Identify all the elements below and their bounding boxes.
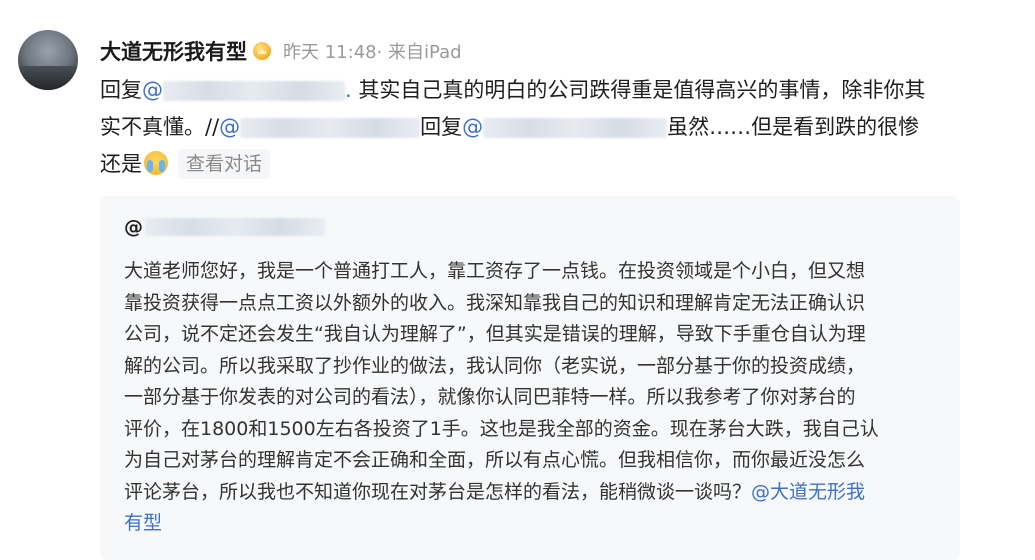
vip-crown-badge-icon[interactable] (253, 42, 271, 60)
reply-middle: 回复 (420, 115, 463, 139)
post-text-3: 还是 (100, 152, 142, 176)
quoted-text: 大道老师您好，我是一个普通打工人，靠工资存了一点钱。在投资领域是个小白，但又想 … (124, 256, 944, 540)
quoted-line: 一部分基于你发表的对公司的看法），就像你认同巴菲特一样。所以我参考了你对茅台的 (124, 386, 856, 408)
quoted-line: 评价，在1800和1500左右各投资了1手。这也是我全部的资金。现在茅台大跌，我… (124, 417, 879, 440)
avatar-image (18, 66, 78, 90)
post-meta: 昨天 11:48· 来自iPad (283, 42, 462, 63)
redacted-username (163, 81, 345, 101)
post-text-2b: 虽然……但是看到跌的很惨 (667, 115, 920, 139)
mention-link[interactable]: @大道无形我 (751, 481, 865, 503)
mention-at-sign: @ (462, 115, 484, 139)
post-text-2a: 实不真懂。// (100, 115, 220, 139)
post-header: 大道无形我有型 昨天 11:48· 来自iPad (100, 36, 462, 66)
crying-face-emoji-icon (144, 151, 168, 175)
quoted-line: 为自己对茅台的理解肯定不会正确和全面，所以有点心慌。但我相信你，而你最近没怎么 (124, 449, 866, 471)
reply-prefix: 回复 (100, 78, 142, 102)
username-link[interactable]: 大道无形我有型 (100, 36, 247, 66)
mention-at-sign: @ (219, 115, 241, 139)
avatar[interactable] (18, 30, 78, 90)
quoted-line: 评论茅台，所以我也不知道你现在对茅台是怎样的看法，能稍微谈一谈吗？@大道无形我 (124, 477, 944, 509)
redacted-username (240, 118, 421, 138)
quoted-line: 公司，说不定还会发生“我自认为理解了”，但其实是错误的理解，导致下手重仓自认为理 (124, 323, 866, 345)
mention-tail: . (345, 78, 352, 102)
post-body: 回复@. 其实自己真的明白的公司跌得重是值得高兴的事情，除非你其 实不真懂。//… (100, 72, 970, 183)
redacted-username (145, 218, 325, 236)
mention-link[interactable]: @ (462, 115, 668, 139)
post-line-3: 还是 查看对话 (100, 146, 970, 183)
quoted-at-sign: @ (124, 216, 143, 238)
mention-link[interactable]: @ (219, 115, 421, 139)
view-conversation-button[interactable]: 查看对话 (178, 149, 271, 179)
quoted-comment-box[interactable]: @ 大道老师您好，我是一个普通打工人，靠工资存了一点钱。在投资领域是个小白，但又… (100, 196, 960, 560)
redacted-username (483, 118, 668, 138)
post-line-2: 实不真懂。//@ 回复@ 虽然……但是看到跌的很惨 (100, 109, 970, 146)
weibo-post: 大道无形我有型 昨天 11:48· 来自iPad 回复@. 其实自己真的明白的公… (0, 0, 1035, 560)
quoted-line: 有型 (124, 508, 944, 540)
quoted-line: 大道老师您好，我是一个普通打工人，靠工资存了一点钱。在投资领域是个小白，但又想 (124, 260, 866, 282)
quoted-line: 靠投资获得一点点工资以外额外的收入。我深知靠我自己的知识和理解肯定无法正确认识 (124, 291, 866, 314)
quoted-line-text: 评论茅台，所以我也不知道你现在对茅台是怎样的看法，能稍微谈一谈吗？ (124, 480, 752, 503)
post-line-1: 回复@. 其实自己真的明白的公司跌得重是值得高兴的事情，除非你其 (100, 72, 970, 109)
quoted-author[interactable]: @ (124, 216, 325, 238)
mention-link[interactable]: @. (142, 78, 352, 102)
mention-link[interactable]: 有型 (124, 512, 162, 534)
quoted-line: 解的公司。所以我采取了抄作业的做法，我认同你（老实说，一部分基于你的投资成绩， (124, 354, 866, 377)
post-text-1: 其实自己真的明白的公司跌得重是值得高兴的事情，除非你其 (351, 78, 926, 102)
mention-at-sign: @ (142, 78, 163, 102)
